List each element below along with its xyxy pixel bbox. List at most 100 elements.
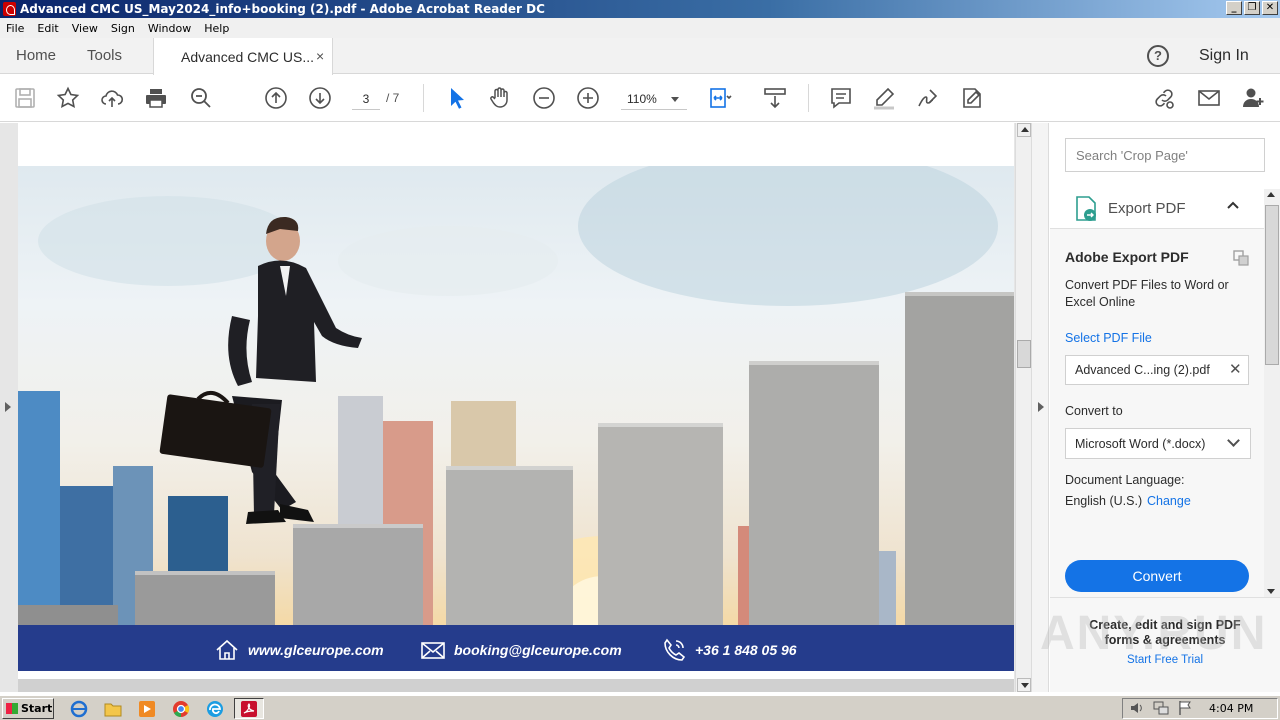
star-icon[interactable] — [55, 85, 81, 111]
tab-tools[interactable]: Tools — [87, 47, 122, 64]
tab-home[interactable]: Home — [16, 47, 56, 64]
footer-phone: +36 1 848 05 96 — [661, 637, 797, 663]
scroll-down-arrow-icon[interactable] — [1267, 589, 1275, 594]
system-tray: 4:04 PM — [1122, 698, 1278, 719]
tools-search-input[interactable]: Search 'Crop Page' — [1065, 138, 1265, 172]
businessman-figure — [159, 216, 362, 524]
export-pdf-label: Export PDF — [1108, 200, 1186, 217]
folder-icon[interactable] — [104, 700, 122, 718]
page-total: / 7 — [386, 91, 400, 105]
contact-footer-band: www.glceurope.com booking@glceurope.com … — [18, 625, 1014, 671]
acrobat-taskbar-button[interactable] — [234, 698, 264, 719]
select-cursor-icon[interactable] — [444, 85, 470, 111]
clear-file-icon[interactable]: ✕ — [1229, 360, 1242, 378]
menu-sign[interactable]: Sign — [111, 22, 135, 35]
highlight-icon[interactable] — [871, 85, 897, 111]
zoom-value: 110% — [627, 92, 657, 106]
edit-pdf-icon[interactable] — [959, 85, 985, 111]
convert-to-label: Convert to — [1065, 404, 1123, 418]
flag-icon[interactable] — [1177, 700, 1193, 716]
menu-help[interactable]: Help — [204, 22, 229, 35]
chrome-icon[interactable] — [172, 700, 190, 718]
page-down-icon[interactable] — [307, 85, 333, 111]
close-window-button[interactable]: ✕ — [1262, 1, 1278, 15]
selected-file-name: Advanced C...ing (2).pdf — [1075, 363, 1210, 377]
window-title: Advanced CMC US_May2024_info+booking (2)… — [20, 2, 545, 16]
chevron-down-icon — [1227, 434, 1240, 447]
menu-window[interactable]: Window — [148, 22, 191, 35]
media-player-icon[interactable] — [138, 700, 156, 718]
home-icon — [216, 639, 238, 660]
scroll-mode-icon[interactable] — [762, 85, 788, 111]
upload-icon[interactable] — [99, 85, 125, 111]
footer-website-text: www.glceurope.com — [248, 642, 384, 658]
toolbar: 3 / 7 110% — [0, 75, 1280, 122]
panel-title: Adobe Export PDF — [1065, 249, 1189, 265]
taskbar: Start 4:04 PM — [0, 695, 1280, 720]
scroll-down-arrow-icon[interactable] — [1017, 678, 1031, 692]
document-scrollbar[interactable] — [1015, 123, 1031, 692]
page-number-input[interactable]: 3 — [352, 88, 380, 110]
city-and-blocks-illustration — [18, 216, 1014, 625]
select-pdf-file-link[interactable]: Select PDF File — [1065, 331, 1152, 345]
export-pdf-icon — [1076, 196, 1096, 221]
start-button[interactable]: Start — [2, 698, 54, 719]
print-icon[interactable] — [143, 85, 169, 111]
acrobat-icon — [241, 701, 257, 717]
sign-in-button[interactable]: Sign In — [1199, 47, 1249, 65]
watermark-logo: ANY.RUN — [1040, 607, 1268, 660]
document-language-value: English (U.S.) — [1065, 494, 1143, 508]
format-value: Microsoft Word (*.docx) — [1075, 437, 1206, 451]
share-link-icon[interactable] — [1151, 85, 1177, 111]
menu-bar: File Edit View Sign Window Help — [0, 18, 1280, 38]
add-user-icon[interactable] — [1240, 85, 1266, 111]
document-tab-label: Advanced CMC US... — [181, 49, 315, 65]
volume-icon[interactable] — [1129, 700, 1145, 716]
toolbar-divider — [808, 84, 809, 112]
tab-bar: Home Tools Advanced CMC US... × ? Sign I… — [0, 38, 1280, 75]
copy-icon — [1233, 250, 1249, 266]
footer-email: booking@glceurope.com — [420, 637, 622, 663]
tab-document[interactable]: Advanced CMC US... × — [153, 38, 333, 75]
page-separator — [18, 679, 1014, 692]
help-icon[interactable]: ? — [1147, 45, 1169, 67]
pane-scrollbar[interactable] — [1264, 189, 1280, 597]
menu-view[interactable]: View — [72, 22, 98, 35]
fit-page-icon[interactable] — [707, 85, 733, 111]
maximize-button[interactable]: ❐ — [1244, 1, 1260, 15]
internet-explorer-icon[interactable] — [70, 700, 88, 718]
convert-button[interactable]: Convert — [1065, 560, 1249, 592]
toolbar-divider — [423, 84, 424, 112]
edge-icon[interactable] — [206, 700, 224, 718]
pdf-page: www.glceurope.com booking@glceurope.com … — [18, 123, 1014, 679]
change-language-link[interactable]: Change — [1147, 494, 1191, 508]
hand-icon[interactable] — [487, 85, 513, 111]
chevron-right-icon[interactable] — [1038, 402, 1044, 412]
scroll-up-arrow-icon[interactable] — [1267, 192, 1275, 197]
pane-scroll-thumb[interactable] — [1265, 205, 1279, 365]
search-zoom-icon[interactable] — [188, 85, 214, 111]
scroll-thumb[interactable] — [1017, 340, 1031, 368]
save-icon[interactable] — [12, 85, 38, 111]
zoom-select[interactable]: 110% — [621, 88, 687, 110]
email-icon[interactable] — [1196, 85, 1222, 111]
menu-file[interactable]: File — [6, 22, 24, 35]
format-dropdown[interactable]: Microsoft Word (*.docx) — [1065, 428, 1251, 459]
page-up-icon[interactable] — [263, 85, 289, 111]
scroll-up-arrow-icon[interactable] — [1017, 123, 1031, 137]
panel-description: Convert PDF Files to Word or Excel Onlin… — [1065, 278, 1229, 309]
envelope-icon — [421, 642, 445, 659]
minimize-button[interactable]: _ — [1226, 1, 1242, 15]
zoom-in-icon[interactable] — [575, 85, 601, 111]
left-panel-toggle-icon[interactable] — [5, 402, 11, 412]
comment-icon[interactable] — [828, 85, 854, 111]
zoom-out-icon[interactable] — [531, 85, 557, 111]
menu-edit[interactable]: Edit — [37, 22, 58, 35]
export-pdf-header[interactable]: Export PDF — [1050, 189, 1264, 229]
footer-website: www.glceurope.com — [214, 637, 384, 663]
document-viewer[interactable]: www.glceurope.com booking@glceurope.com … — [0, 123, 1031, 692]
selected-file-field[interactable]: Advanced C...ing (2).pdf ✕ — [1065, 355, 1249, 385]
sign-icon[interactable] — [915, 85, 941, 111]
network-icon[interactable] — [1153, 700, 1169, 716]
close-tab-icon[interactable]: × — [316, 48, 324, 64]
